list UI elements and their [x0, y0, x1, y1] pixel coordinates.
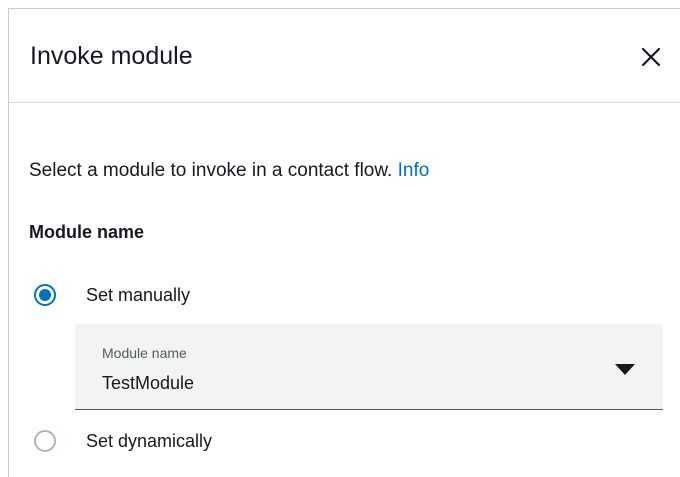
set-dynamically-radio[interactable] [34, 430, 56, 452]
close-button[interactable] [636, 42, 666, 72]
panel-title: Invoke module [30, 42, 193, 70]
select-field-label: Module name [102, 345, 187, 361]
set-manually-radio[interactable] [34, 284, 56, 306]
description-text: Select a module to invoke in a contact f… [29, 159, 429, 183]
invoke-module-panel: Invoke module Select a module to invoke … [8, 8, 680, 477]
set-manually-option[interactable]: Set manually [34, 282, 190, 308]
module-name-heading: Module name [29, 222, 145, 242]
select-value: TestModule [102, 373, 195, 393]
set-manually-label: Set manually [86, 285, 191, 305]
set-dynamically-label: Set dynamically [86, 431, 213, 451]
info-link[interactable]: Info [398, 160, 430, 181]
caret-down-icon [615, 364, 635, 375]
set-dynamically-option[interactable]: Set dynamically [34, 428, 212, 454]
description-label: Select a module to invoke in a contact f… [29, 160, 393, 181]
panel-header: Invoke module [9, 9, 680, 103]
close-icon [641, 47, 661, 67]
module-name-select[interactable]: Module name TestModule [75, 324, 663, 410]
